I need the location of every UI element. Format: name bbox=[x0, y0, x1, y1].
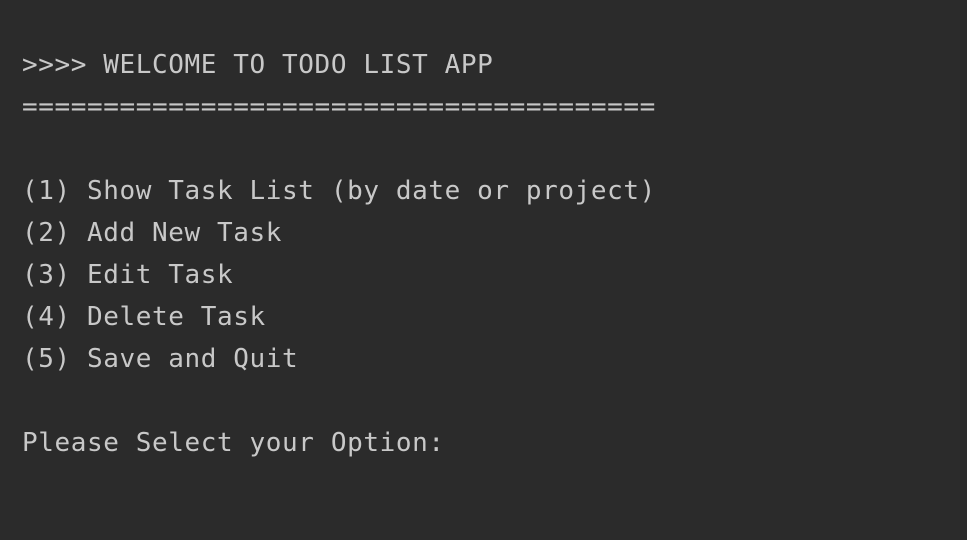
menu-option-delete-task: (4) Delete Task bbox=[22, 302, 266, 332]
console-output[interactable]: >>>> WELCOME TO TODO LIST APP ==========… bbox=[0, 0, 967, 540]
input-prompt[interactable]: Please Select your Option: bbox=[22, 428, 445, 458]
menu-option-show-task-list: (1) Show Task List (by date or project) bbox=[22, 176, 656, 206]
separator-line: ======================================= bbox=[22, 92, 656, 122]
menu-option-add-new-task: (2) Add New Task bbox=[22, 218, 283, 248]
menu-option-save-and-quit: (5) Save and Quit bbox=[22, 344, 299, 374]
menu-option-edit-task: (3) Edit Task bbox=[22, 260, 234, 290]
welcome-banner: >>>> WELCOME TO TODO LIST APP bbox=[22, 50, 494, 80]
prompt-text: Please Select your Option: bbox=[22, 428, 445, 458]
